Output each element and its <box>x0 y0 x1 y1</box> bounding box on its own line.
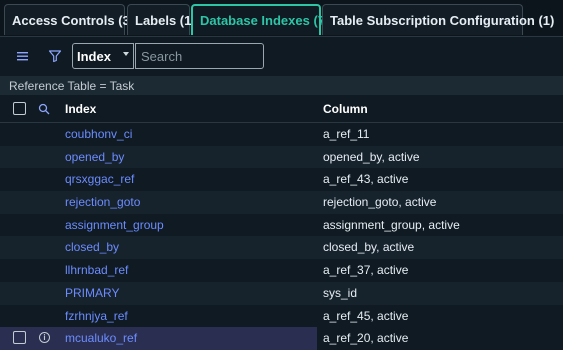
search-input[interactable]: Search <box>135 43 264 69</box>
index-link[interactable]: assignment_group <box>65 218 164 232</box>
table-body: coubhonv_ci a_ref_11 opened_by opened_by… <box>0 123 563 350</box>
column-value: assignment_group, active <box>323 217 460 232</box>
field-select-value: Index <box>77 48 111 64</box>
tab-bar: Access Controls (33) Labels (1) Database… <box>0 0 563 37</box>
tab-database-indexes[interactable]: Database Indexes (73) <box>191 4 337 35</box>
index-link[interactable]: opened_by <box>65 150 124 164</box>
column-value: sys_id <box>323 285 358 300</box>
column-header-index[interactable]: Index <box>65 102 96 116</box>
tab-access-controls[interactable]: Access Controls (33) <box>4 4 141 35</box>
row-checkbox[interactable] <box>13 331 26 345</box>
table-row: llhrnbad_ref a_ref_37, active <box>0 259 563 282</box>
column-value: a_ref_45, active <box>323 308 409 323</box>
table-header: Index Column <box>0 96 563 123</box>
table-row: fzrhnjya_ref a_ref_45, active <box>0 304 563 328</box>
breadcrumb[interactable]: Reference Table = Task <box>0 76 563 95</box>
search-placeholder: Search <box>141 48 183 64</box>
column-value: a_ref_11 <box>323 127 370 141</box>
column-value: rejection_goto, active <box>323 195 437 210</box>
index-link[interactable]: closed_by <box>65 240 119 254</box>
breadcrumb-label: Reference Table = Task <box>9 78 135 93</box>
table-row: closed_by closed_by, active <box>0 236 563 260</box>
column-value: opened_by, active <box>323 149 420 164</box>
index-link[interactable]: mcualuko_ref <box>65 331 137 345</box>
table-row: qrsxggac_ref a_ref_43, active <box>0 168 563 192</box>
tab-labels[interactable]: Labels (1) <box>127 4 196 35</box>
table-row: PRIMARY sys_id <box>0 281 563 305</box>
field-select[interactable]: Index <box>72 43 134 69</box>
tab-table-subscription-configuration[interactable]: Table Subscription Configuration (1) <box>322 4 554 35</box>
column-header-column[interactable]: Column <box>323 102 368 116</box>
table-row: i mcualuko_ref a_ref_20, active <box>0 327 563 350</box>
index-link[interactable]: qrsxggac_ref <box>65 172 134 186</box>
select-all-checkbox[interactable] <box>13 102 26 115</box>
index-link[interactable]: llhrnbad_ref <box>65 263 128 277</box>
chevron-down-icon <box>123 52 129 56</box>
index-link[interactable]: fzrhnjya_ref <box>65 309 128 323</box>
index-link[interactable]: rejection_goto <box>65 195 140 209</box>
index-link[interactable]: coubhonv_ci <box>65 127 132 141</box>
index-link[interactable]: PRIMARY <box>65 286 119 300</box>
table-row: coubhonv_ci a_ref_11 <box>0 123 563 146</box>
table-row: rejection_goto rejection_goto, active <box>0 191 563 214</box>
column-value: a_ref_37, active <box>323 263 409 278</box>
column-value: a_ref_20, active <box>323 331 409 346</box>
table-row: opened_by opened_by, active <box>0 145 563 169</box>
column-value: a_ref_43, active <box>323 172 409 187</box>
filter-icon[interactable] <box>47 48 63 64</box>
search-icon[interactable] <box>37 102 51 116</box>
column-value: closed_by, active <box>323 240 415 255</box>
hamburger-icon[interactable] <box>16 49 30 63</box>
table-row: assignment_group assignment_group, activ… <box>0 213 563 237</box>
list-toolbar: Index Search <box>0 37 563 75</box>
